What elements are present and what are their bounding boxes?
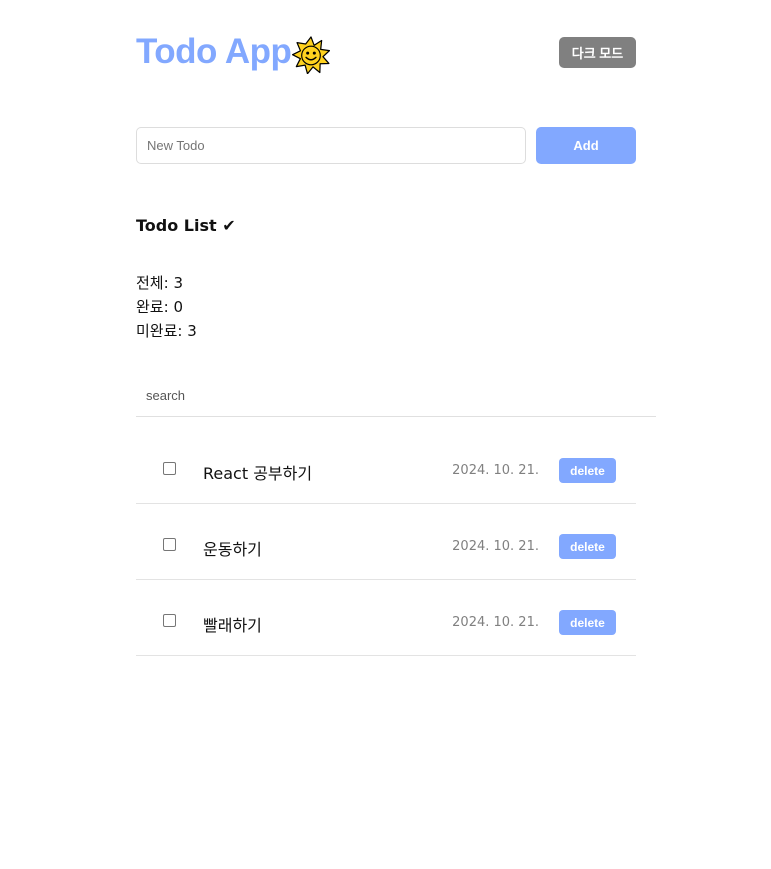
todo-text: 빨래하기 [203, 616, 262, 635]
add-button[interactable]: Add [536, 127, 636, 164]
new-todo-form: Add [136, 127, 636, 164]
todo-app: Todo App 다크 모드 Add Todo List ✔ 전체: 3 완료:… [0, 0, 771, 869]
todo-text: 운동하기 [203, 540, 262, 559]
stat-total: 전체: 3 [136, 271, 197, 295]
todo-list: React 공부하기 2024. 10. 21. delete 운동하기 202… [136, 428, 636, 656]
todo-text: React 공부하기 [203, 464, 313, 483]
stat-done-value: 0 [173, 298, 183, 316]
delete-button[interactable]: delete [559, 610, 616, 635]
stat-undone-label: 미완료: [136, 322, 183, 340]
todo-item: 빨래하기 2024. 10. 21. delete [136, 580, 636, 656]
stat-undone: 미완료: 3 [136, 319, 197, 343]
stat-done: 완료: 0 [136, 295, 197, 319]
todo-checkbox[interactable] [163, 462, 176, 475]
todo-checkbox[interactable] [163, 614, 176, 627]
stat-total-value: 3 [173, 274, 183, 292]
smiling-sun-icon [292, 36, 330, 74]
stat-total-label: 전체: [136, 274, 169, 292]
todo-item: React 공부하기 2024. 10. 21. delete [136, 428, 636, 504]
todo-item: 운동하기 2024. 10. 21. delete [136, 504, 636, 580]
stat-undone-value: 3 [187, 322, 197, 340]
new-todo-input[interactable] [136, 127, 526, 164]
delete-button[interactable]: delete [559, 534, 616, 559]
todo-stats: 전체: 3 완료: 0 미완료: 3 [136, 271, 197, 343]
search-input[interactable] [136, 375, 656, 417]
todo-list-title: Todo List ✔ [136, 216, 236, 235]
todo-date: 2024. 10. 21. [452, 463, 539, 478]
stat-done-label: 완료: [136, 298, 169, 316]
app-header: Todo App 다크 모드 [136, 30, 636, 80]
dark-mode-button[interactable]: 다크 모드 [559, 37, 636, 68]
todo-checkbox[interactable] [163, 538, 176, 551]
todo-date: 2024. 10. 21. [452, 539, 539, 554]
app-title: Todo App [136, 32, 292, 71]
delete-button[interactable]: delete [559, 458, 616, 483]
todo-date: 2024. 10. 21. [452, 615, 539, 630]
